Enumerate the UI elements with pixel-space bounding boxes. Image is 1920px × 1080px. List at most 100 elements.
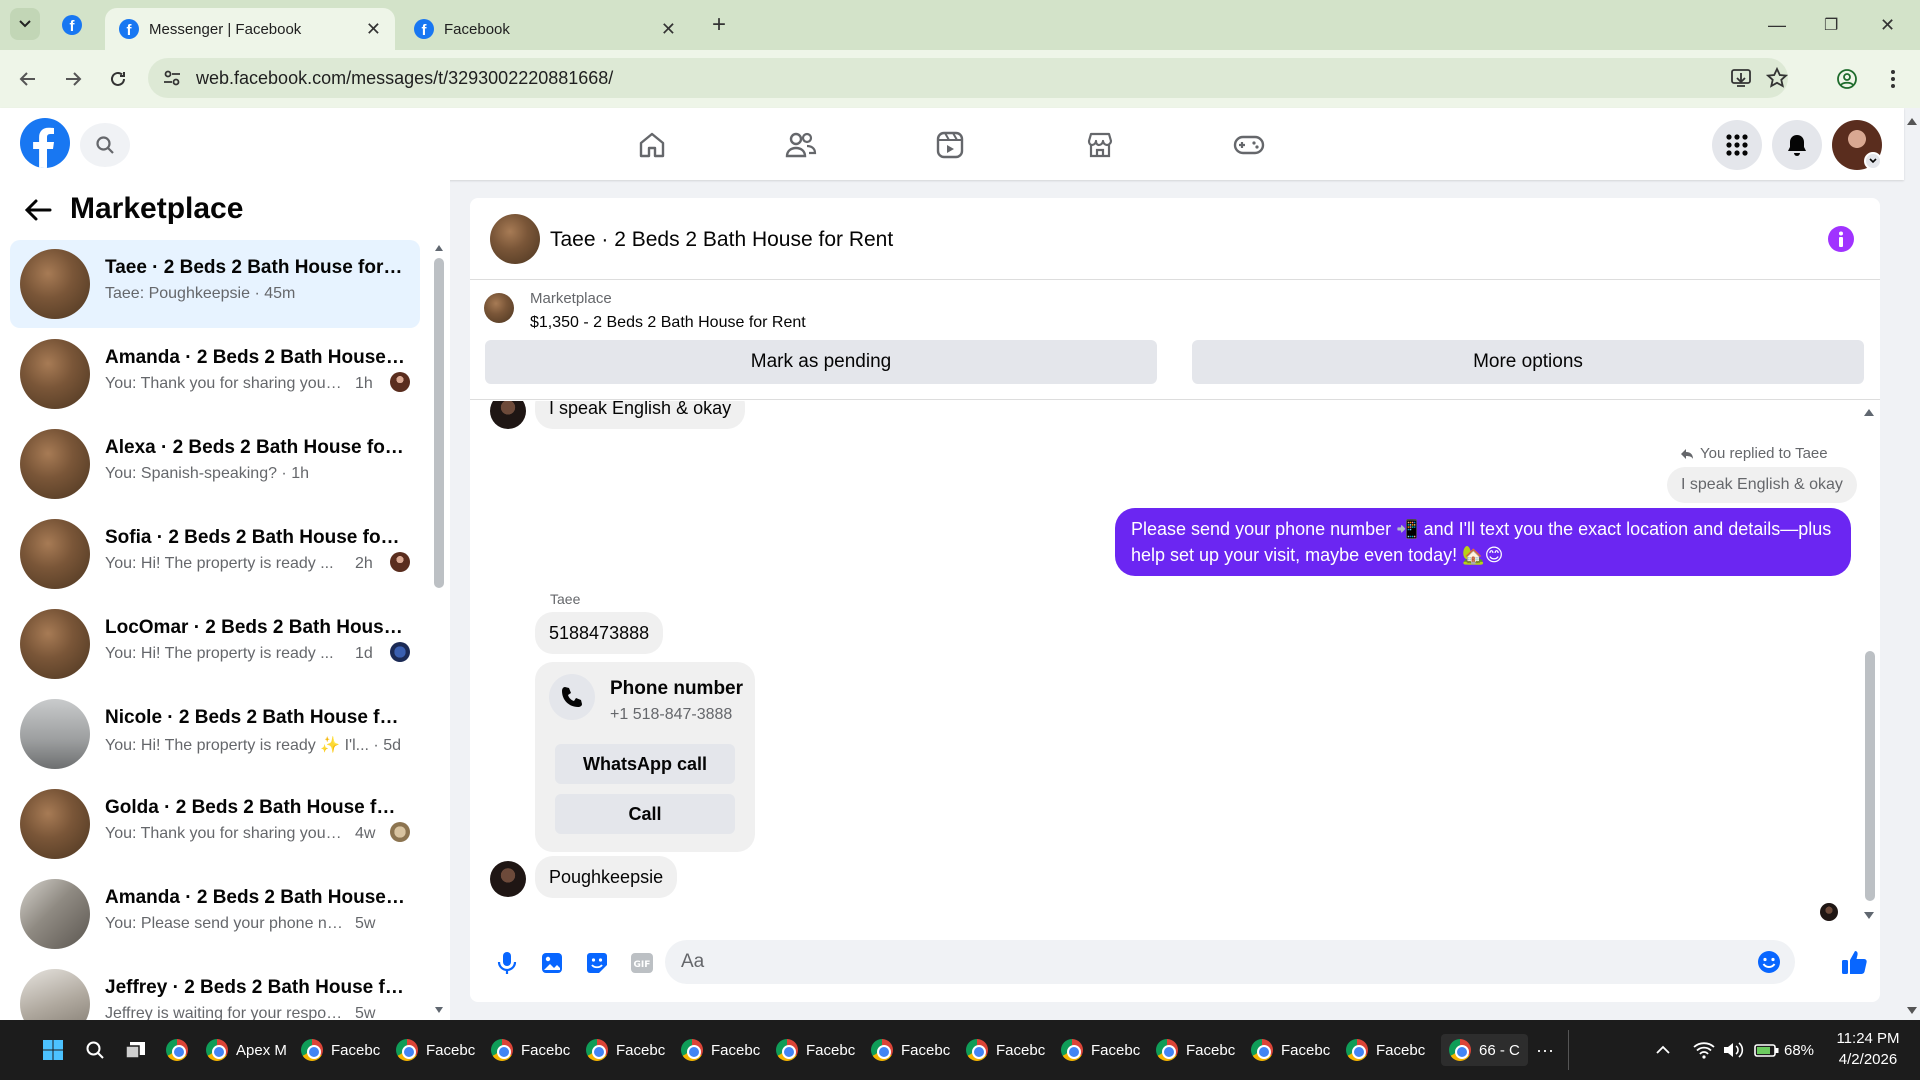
conversation-item[interactable]: Alexa · 2 Beds 2 Bath House for Rent You…: [10, 420, 420, 508]
like-button[interactable]: [1838, 946, 1870, 978]
messages-scrollbar[interactable]: [1865, 651, 1875, 901]
pinned-facebook-tab[interactable]: f: [62, 6, 82, 44]
reply-icon: [1681, 448, 1693, 459]
scroll-up-icon[interactable]: [1863, 407, 1875, 417]
scroll-up-icon[interactable]: [434, 244, 444, 252]
chrome-icon: [966, 1039, 988, 1061]
nav-friends[interactable]: [784, 128, 818, 162]
tab-search-button[interactable]: [10, 8, 40, 40]
listing-thumbnail: [20, 429, 90, 499]
microphone-icon: [497, 952, 517, 974]
facebook-search-button[interactable]: [80, 123, 130, 167]
conversation-preview: Jeffrey is waiting for your response: [105, 1005, 345, 1020]
restore-button[interactable]: ❐: [1824, 6, 1838, 44]
profile-button[interactable]: [1834, 66, 1860, 92]
taskbar-app[interactable]: Facebc: [966, 1034, 1045, 1066]
close-tab-icon[interactable]: ✕: [366, 19, 381, 40]
mark-as-pending-button[interactable]: Mark as pending: [485, 340, 1157, 384]
conversation-item[interactable]: Jeffrey · 2 Beds 2 Bath House for Rent J…: [10, 960, 420, 1020]
more-options-button[interactable]: More options: [1192, 340, 1864, 384]
listing-thumbnail[interactable]: [484, 293, 514, 323]
facebook-logo[interactable]: [20, 118, 70, 168]
chrome-icon: [166, 1039, 188, 1061]
tab-facebook[interactable]: f Facebook ✕: [400, 8, 690, 50]
conversation-item[interactable]: Amanda · 2 Beds 2 Bath House for Rent Yo…: [10, 870, 420, 958]
taskbar-app[interactable]: Facebc: [301, 1034, 380, 1066]
tab-messenger[interactable]: f Messenger | Facebook ✕: [105, 8, 395, 50]
taskbar-app[interactable]: Facebc: [871, 1034, 950, 1066]
account-menu-chevron[interactable]: [1864, 152, 1882, 170]
sender-avatar: [490, 401, 526, 429]
browser-menu-button[interactable]: [1880, 66, 1906, 92]
taskbar-chrome-pinned[interactable]: [166, 1034, 196, 1066]
quoted-message[interactable]: I speak English & okay: [1667, 467, 1857, 503]
taskbar-app[interactable]: Facebc: [776, 1034, 855, 1066]
conversation-item[interactable]: LocOmar · 2 Beds 2 Bath House for Rent Y…: [10, 600, 420, 688]
scroll-down-icon[interactable]: [1863, 911, 1875, 921]
minimize-button[interactable]: —: [1768, 6, 1786, 44]
attach-photo-button[interactable]: [539, 950, 565, 976]
battery-status[interactable]: 68%: [1754, 1034, 1814, 1066]
back-button[interactable]: [15, 66, 41, 92]
taskbar-app-active[interactable]: 66 - C: [1441, 1034, 1528, 1066]
volume-status[interactable]: [1723, 1034, 1745, 1066]
back-button[interactable]: [24, 198, 52, 222]
nav-marketplace[interactable]: [1083, 128, 1117, 162]
listing-title[interactable]: $1,350 - 2 Beds 2 Bath House for Rent: [530, 314, 806, 332]
outgoing-message[interactable]: Please send your phone number 📲 and I'll…: [1115, 508, 1851, 576]
scroll-down-icon[interactable]: [434, 1006, 444, 1014]
menu-button[interactable]: [1712, 120, 1762, 170]
taskbar-search-button[interactable]: [85, 1034, 105, 1066]
nav-home[interactable]: [635, 128, 669, 162]
conversation-item[interactable]: Nicole · 2 Beds 2 Bath House for Rent Yo…: [10, 690, 420, 778]
conversation-item[interactable]: Amanda · 2 Beds 2 Bath House for Rent Yo…: [10, 330, 420, 418]
conversation-item[interactable]: Golda · 2 Beds 2 Bath House for Rent You…: [10, 780, 420, 868]
forward-button[interactable]: [60, 66, 86, 92]
call-button[interactable]: Call: [555, 794, 735, 834]
close-tab-icon[interactable]: ✕: [661, 19, 676, 40]
bookmark-star-icon[interactable]: [1766, 67, 1788, 89]
taskbar-more-button[interactable]: ···: [1536, 1034, 1554, 1066]
taskbar-app[interactable]: Facebc: [396, 1034, 475, 1066]
conversation-title[interactable]: Taee · 2 Beds 2 Bath House for Rent: [550, 228, 893, 252]
taskbar-app[interactable]: Apex M: [206, 1034, 287, 1066]
incoming-message[interactable]: Poughkeepsie: [535, 856, 678, 898]
whatsapp-call-button[interactable]: WhatsApp call: [555, 744, 735, 784]
conversation-info-button[interactable]: [1828, 226, 1854, 252]
reload-button[interactable]: [105, 66, 131, 92]
taskbar-app[interactable]: Facebc: [681, 1034, 760, 1066]
system-clock[interactable]: 11:24 PM 4/2/2026: [1828, 1028, 1908, 1070]
nav-gaming[interactable]: [1232, 128, 1266, 162]
conversation-item[interactable]: Taee · 2 Beds 2 Bath House for Rent Taee…: [10, 240, 420, 328]
voice-clip-button[interactable]: [494, 950, 520, 976]
listing-thumbnail: [20, 609, 90, 679]
message-input[interactable]: Aa: [665, 940, 1795, 984]
page-scroll-down-icon[interactable]: [1906, 1006, 1918, 1016]
taskbar-app[interactable]: Facebc: [1251, 1034, 1330, 1066]
listing-avatar[interactable]: [490, 214, 540, 264]
sticker-button[interactable]: [584, 950, 610, 976]
taskbar-app[interactable]: Facebc: [1156, 1034, 1235, 1066]
inbox-scrollbar[interactable]: [434, 258, 444, 588]
install-app-icon[interactable]: [1730, 67, 1752, 89]
show-hidden-icons-button[interactable]: [1656, 1034, 1670, 1066]
emoji-icon[interactable]: [1757, 950, 1781, 974]
notifications-button[interactable]: [1772, 120, 1822, 170]
conversation-item[interactable]: Sofia · 2 Beds 2 Bath House for Rent You…: [10, 510, 420, 598]
task-view-button[interactable]: [125, 1034, 147, 1066]
incoming-message[interactable]: I speak English & okay: [535, 401, 746, 429]
taskbar-app[interactable]: Facebc: [586, 1034, 665, 1066]
site-info-icon[interactable]: [162, 68, 182, 88]
taskbar-app[interactable]: Facebc: [491, 1034, 570, 1066]
nav-video[interactable]: [933, 128, 967, 162]
page-scroll-up-icon[interactable]: [1906, 116, 1918, 126]
gif-button[interactable]: GIF: [629, 950, 655, 976]
new-tab-button[interactable]: +: [712, 6, 726, 44]
incoming-message[interactable]: 5188473888: [535, 612, 664, 654]
wifi-status[interactable]: [1693, 1034, 1715, 1066]
start-button[interactable]: [42, 1034, 64, 1066]
address-bar[interactable]: web.facebook.com/messages/t/329300222088…: [148, 58, 1788, 98]
close-window-button[interactable]: ✕: [1880, 6, 1895, 44]
taskbar-app[interactable]: Facebc: [1346, 1034, 1425, 1066]
taskbar-app[interactable]: Facebc: [1061, 1034, 1140, 1066]
